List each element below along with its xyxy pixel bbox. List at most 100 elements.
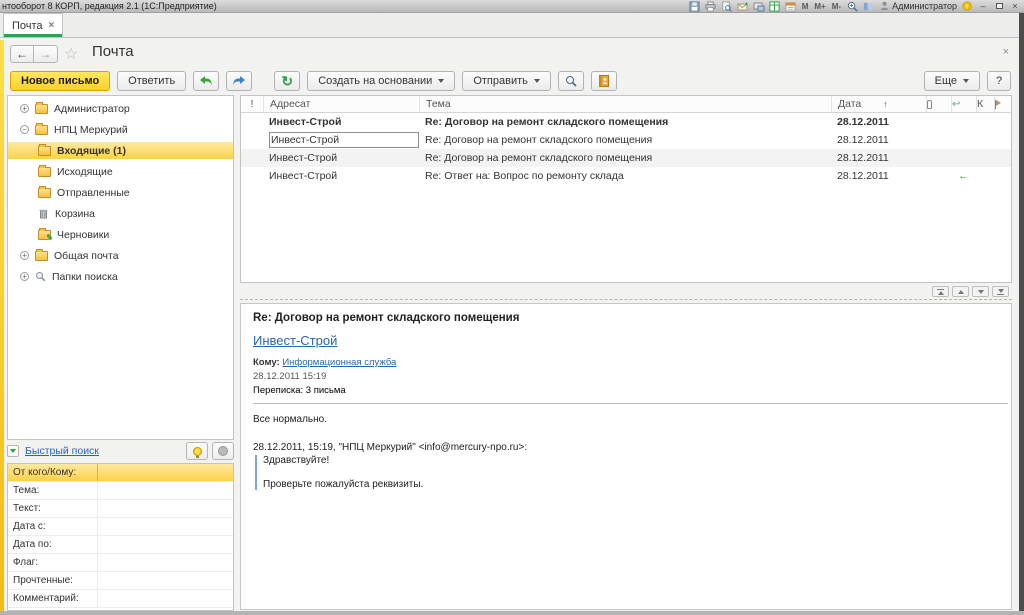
tree-item-sent[interactable]: Отправленные [8, 184, 233, 201]
qs-field-comment[interactable]: Комментарий: [8, 590, 233, 608]
reply-button[interactable]: Ответить [117, 71, 186, 91]
qs-field-from-to[interactable]: От кого/Кому: [8, 464, 233, 482]
expand-icon[interactable]: + [20, 104, 29, 113]
quick-search-collapse-button[interactable] [7, 445, 19, 457]
calc-table-icon[interactable] [769, 1, 781, 12]
move-up-button[interactable] [952, 286, 969, 297]
preview-body-line2: 28.12.2011, 15:19, "НПЦ Меркурий" <info@… [253, 442, 1001, 453]
reply-all-button[interactable] [193, 71, 219, 91]
form-close-icon[interactable]: × [1003, 46, 1009, 58]
tree-item-npc-mercury[interactable]: − НПЦ Меркурий [8, 121, 233, 138]
preview-divider [253, 403, 1008, 404]
list-preview-divider[interactable] [240, 299, 1012, 300]
tree-item-administrator[interactable]: + Администратор [8, 100, 233, 117]
refresh-button[interactable]: ↻ [274, 71, 300, 91]
window-right-border [1019, 13, 1024, 615]
print-preview-icon[interactable] [721, 1, 733, 12]
replied-arrow-icon: ← [958, 170, 969, 182]
gray-circle-icon [218, 446, 228, 456]
zoom-icon[interactable] [846, 1, 858, 12]
quote-line1: Здравствуйте! [263, 455, 1001, 466]
expand-icon[interactable]: + [20, 251, 29, 260]
col-subject[interactable]: Тема [419, 96, 831, 112]
tree-item-trash[interactable]: Корзина [8, 205, 233, 222]
focused-cell[interactable]: Инвест-Строй [269, 132, 419, 148]
search-button[interactable] [558, 71, 584, 91]
folder-icon [38, 167, 51, 177]
quick-search-link[interactable]: Быстрый поиск [25, 445, 99, 457]
col-attachment[interactable] [926, 96, 951, 112]
col-reply-status[interactable]: ↩ [951, 96, 976, 112]
columns-icon[interactable] [862, 1, 874, 12]
qs-field-text[interactable]: Текст: [8, 500, 233, 518]
tree-item-shared-mail[interactable]: + Общая почта [8, 247, 233, 264]
help-button[interactable]: ? [987, 71, 1011, 91]
collapse-to-top-button[interactable] [932, 286, 949, 297]
forward-icon: → [40, 47, 52, 61]
col-addressee[interactable]: Адресат [263, 96, 419, 112]
memory-mminus-button[interactable]: M- [831, 2, 842, 11]
info-icon[interactable]: i [961, 1, 973, 12]
create-based-on-button[interactable]: Создать на основании [307, 71, 455, 91]
tree-item-search-folders[interactable]: + Папки поиска [8, 268, 233, 285]
paperclip-icon [927, 100, 932, 109]
back-button[interactable]: ← [10, 45, 34, 63]
send-button[interactable]: Отправить [462, 71, 551, 91]
qs-field-date-from[interactable]: Дата с: [8, 518, 233, 536]
memory-mplus-button[interactable]: M+ [813, 2, 826, 11]
qs-field-date-to[interactable]: Дата по: [8, 536, 233, 554]
expand-to-bottom-button[interactable] [992, 286, 1009, 297]
mail-row-3[interactable]: Инвест-Строй Re: Договор на ремонт склад… [241, 149, 1011, 167]
mail-row-4[interactable]: Инвест-Строй Re: Ответ на: Вопрос по рем… [241, 167, 1011, 185]
forward-mail-button[interactable] [226, 71, 252, 91]
col-flag[interactable] [994, 96, 1013, 112]
preview-to-link[interactable]: Информационная служба [282, 357, 396, 368]
tree-item-inbox[interactable]: Входящие (1) [8, 142, 233, 159]
close-button[interactable]: × [1009, 1, 1021, 11]
current-user[interactable]: Администратор [878, 1, 957, 12]
preview-from-link[interactable]: Инвест-Строй [253, 333, 337, 348]
tab-mail-label: Почта [12, 20, 43, 32]
minimize-button[interactable]: – [977, 1, 989, 11]
mail-receive-icon[interactable] [737, 1, 749, 12]
preview-body-line1: Все нормально. [253, 413, 1001, 428]
col-date[interactable]: Дата↑ [831, 96, 926, 112]
memory-m-button[interactable]: M [801, 2, 810, 11]
quick-search-fields: От кого/Кому: Тема: Текст: Дата с: Дата … [7, 463, 234, 611]
calendar-icon[interactable] [785, 1, 797, 12]
new-mail-button[interactable]: Новое письмо [10, 71, 110, 91]
save-icon[interactable] [689, 1, 701, 12]
forward-button[interactable]: → [34, 45, 58, 63]
qs-field-subject[interactable]: Тема: [8, 482, 233, 500]
preview-thread-link[interactable]: Переписка: 3 письма [253, 385, 346, 396]
mail-row-1[interactable]: Инвест-Строй Re: Договор на ремонт склад… [241, 113, 1011, 131]
caret-down-icon [438, 79, 444, 83]
move-down-button[interactable] [972, 286, 989, 297]
tab-close-icon[interactable]: × [49, 20, 55, 31]
expand-icon[interactable]: + [20, 272, 29, 281]
svg-text:i: i [966, 3, 968, 10]
tree-item-drafts[interactable]: ✎ Черновики [8, 226, 233, 243]
tab-mail[interactable]: Почта × [3, 13, 63, 37]
tree-item-outbox[interactable]: Исходящие [8, 163, 233, 180]
collapse-icon[interactable]: − [20, 125, 29, 134]
col-k[interactable]: К [976, 96, 994, 112]
qs-field-read[interactable]: Прочтенные: [8, 572, 233, 590]
mail-print-icon[interactable] [753, 1, 765, 12]
col-importance[interactable]: ! [241, 98, 263, 110]
quick-search-clear-button[interactable] [212, 442, 234, 460]
mail-row-2[interactable]: Инвест-Строй Re: Договор на ремонт склад… [241, 131, 1011, 149]
chevron-down-icon [10, 449, 16, 453]
window-titlebar: нтооборот 8 КОРП, редакция 2.1 (1С:Предп… [0, 0, 1024, 13]
restore-button[interactable] [993, 1, 1005, 11]
qs-field-flag[interactable]: Флаг: [8, 554, 233, 572]
restore-icon [996, 3, 1003, 9]
favorite-star-icon[interactable]: ☆ [64, 44, 78, 64]
quick-search-apply-button[interactable] [186, 442, 208, 460]
search-icon [565, 75, 577, 87]
more-button[interactable]: Еще [924, 71, 980, 91]
lightbulb-icon [193, 447, 202, 456]
print-icon[interactable] [705, 1, 717, 12]
address-book-button[interactable] [591, 71, 617, 91]
user-icon [878, 1, 890, 12]
